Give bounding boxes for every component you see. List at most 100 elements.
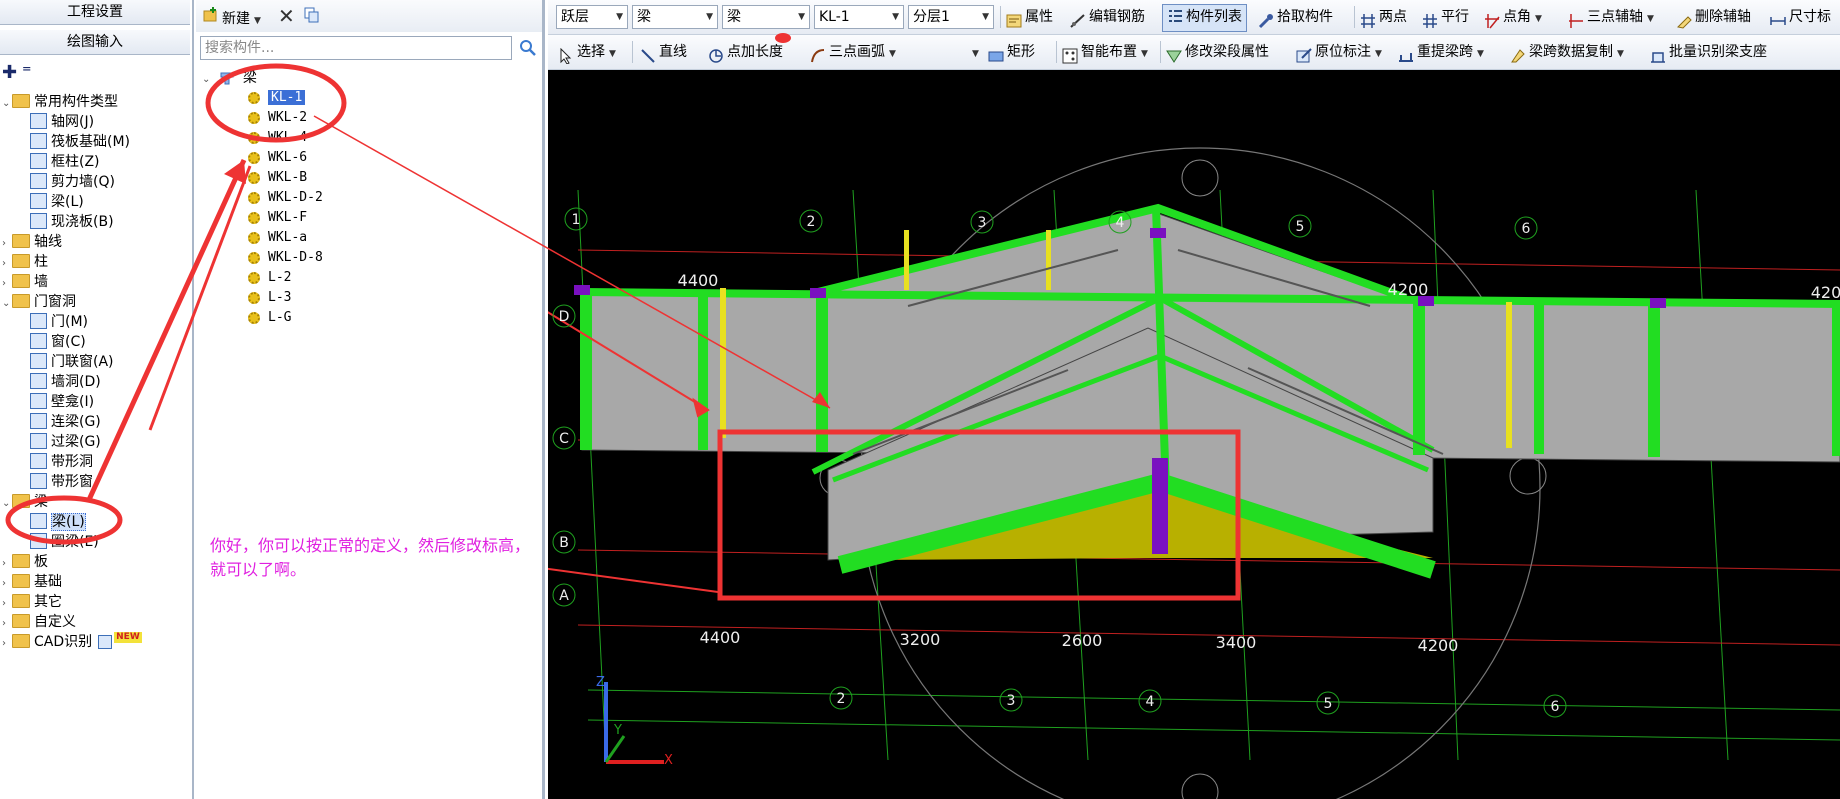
component-item[interactable]: WKL-2 <box>248 108 307 128</box>
chevron-down-icon[interactable]: ⌄ <box>2 294 12 314</box>
chevron-right-icon[interactable]: › <box>2 234 12 254</box>
dimension-button[interactable]: 尺寸标 <box>1770 0 1831 34</box>
chevron-right-icon[interactable]: › <box>2 254 12 274</box>
tree-item[interactable]: 梁(L) <box>30 512 86 532</box>
svg-text:2600: 2600 <box>1062 631 1103 650</box>
delete-aux-button[interactable]: 删除辅轴 <box>1676 0 1751 34</box>
arc-options-dropdown[interactable]: ▼ <box>968 35 979 69</box>
search-icon[interactable] <box>516 36 540 60</box>
drawing-input-button[interactable]: 绘图输入 <box>0 30 190 55</box>
three-point-aux-button[interactable]: 三点辅轴 ▼ <box>1568 0 1654 34</box>
tree-item[interactable]: 壁龛(I) <box>30 392 94 412</box>
two-points-button[interactable]: 两点 <box>1360 0 1407 34</box>
tree-item[interactable]: 带形窗 <box>30 472 93 492</box>
chevron-right-icon[interactable]: › <box>2 614 12 634</box>
drawing-canvas[interactable]: 1 2 3 4 5 6 2 3 4 5 6 D C B A 4400 4200 … <box>548 70 1840 799</box>
new-component-button[interactable]: 新建 ▼ <box>222 8 261 28</box>
tree-folder[interactable]: › 其它 <box>2 592 62 612</box>
tree-folder[interactable]: › CAD识别 NEW <box>2 632 142 652</box>
copy-span-data-button[interactable]: 梁跨数据复制 ▼ <box>1510 35 1624 69</box>
component-root[interactable]: ⌄ 梁 <box>202 68 257 88</box>
component-name: WKL-D-8 <box>268 250 323 265</box>
chevron-down-icon[interactable]: ⌄ <box>2 494 12 514</box>
delete-icon[interactable]: ✕ <box>278 4 295 28</box>
tree-item[interactable]: 圈梁(E) <box>30 532 99 552</box>
chevron-down-icon[interactable]: ⌄ <box>202 70 212 90</box>
smart-layout-button[interactable]: 智能布置 ▼ <box>1062 35 1148 69</box>
select-button[interactable]: 选择 ▼ <box>558 35 616 69</box>
tree-item[interactable]: 带形洞 <box>30 452 93 472</box>
layer-select[interactable]: 分层1 ▼ <box>908 5 994 29</box>
tree-label: 框柱(Z) <box>51 154 100 170</box>
component-item[interactable]: WKL-6 <box>248 148 307 168</box>
tree-item[interactable]: 剪力墙(Q) <box>30 172 115 192</box>
tree-folder[interactable]: › 墙 <box>2 272 48 292</box>
parallel-button[interactable]: 平行 <box>1422 0 1469 34</box>
copy-icon[interactable] <box>304 7 320 23</box>
tree-item[interactable]: 现浇板(B) <box>30 212 114 232</box>
tree-item[interactable]: 轴网(J) <box>30 112 94 132</box>
component-select[interactable]: KL-1 ▼ <box>814 5 904 29</box>
tree-item[interactable]: 墙洞(D) <box>30 372 101 392</box>
tree-item[interactable]: 门联窗(A) <box>30 352 114 372</box>
component-item[interactable]: L-3 <box>248 288 291 308</box>
component-item[interactable]: WKL-B <box>248 168 307 188</box>
folder-icon <box>12 234 30 248</box>
tree-folder[interactable]: › 自定义 <box>2 612 76 632</box>
re-span-button[interactable]: 重提梁跨 ▼ <box>1398 35 1484 69</box>
tree-item[interactable]: 梁(L) <box>30 192 84 212</box>
expand-all-icon[interactable]: ✚ <box>2 62 17 83</box>
type-select[interactable]: 梁 ▼ <box>722 5 810 29</box>
tree-folder[interactable]: ⌄ 梁 <box>2 492 48 512</box>
project-settings-button[interactable]: 工程设置 <box>0 0 190 25</box>
category-select[interactable]: 梁 ▼ <box>632 5 718 29</box>
component-type-icon <box>30 173 47 189</box>
three-point-arc-button[interactable]: 三点画弧 ▼ <box>810 35 896 69</box>
collapse-all-icon[interactable]: ⁼ <box>22 62 32 83</box>
tree-folder[interactable]: › 基础 <box>2 572 62 592</box>
component-item[interactable]: WKL-a <box>248 228 307 248</box>
pick-component-button[interactable]: 拾取构件 <box>1258 0 1333 34</box>
chevron-right-icon[interactable]: › <box>2 594 12 614</box>
svg-text:4: 4 <box>1116 215 1125 231</box>
edit-rebar-button[interactable]: 编辑钢筋 <box>1070 0 1145 34</box>
tree-item[interactable]: 门(M) <box>30 312 88 332</box>
tree-item[interactable]: 筏板基础(M) <box>30 132 130 152</box>
floor-select[interactable]: 跃层 ▼ <box>556 5 628 29</box>
component-item[interactable]: WKL-D-8 <box>248 248 323 268</box>
chevron-right-icon[interactable]: › <box>2 634 12 654</box>
tree-folder[interactable]: ⌄ 门窗洞 <box>2 292 76 312</box>
tree-folder[interactable]: › 轴线 <box>2 232 62 252</box>
folder-icon <box>12 594 30 608</box>
chevron-right-icon[interactable]: › <box>2 274 12 294</box>
chevron-right-icon[interactable]: › <box>2 574 12 594</box>
batch-identify-button[interactable]: 批量识别梁支座 <box>1650 35 1767 69</box>
component-item[interactable]: L-2 <box>248 268 291 288</box>
component-item[interactable]: L-G <box>248 308 291 328</box>
gear-icon <box>248 291 260 304</box>
tree-item[interactable]: 窗(C) <box>30 332 86 352</box>
component-item[interactable]: WKL-4 <box>248 128 307 148</box>
properties-button[interactable]: 属性 <box>1006 0 1053 34</box>
tree-folder[interactable]: › 柱 <box>2 252 48 272</box>
point-length-button[interactable]: 点加长度 <box>708 35 783 69</box>
tree-item[interactable]: 连梁(G) <box>30 412 101 432</box>
rectangle-button[interactable]: 矩形 <box>988 35 1035 69</box>
component-item[interactable]: KL-1 <box>248 88 306 108</box>
tree-folder[interactable]: ⌄ 常用构件类型 <box>2 92 118 112</box>
chevron-down-icon[interactable]: ⌄ <box>2 94 12 114</box>
svg-text:6: 6 <box>1522 221 1531 237</box>
modify-segment-button[interactable]: 修改梁段属性 <box>1166 35 1269 69</box>
component-list-button[interactable]: 构件列表 <box>1162 4 1247 32</box>
origin-mark-button[interactable]: 原位标注 ▼ <box>1296 35 1382 69</box>
search-input[interactable]: 搜索构件... <box>200 36 512 60</box>
line-button[interactable]: 直线 <box>640 35 687 69</box>
component-item[interactable]: WKL-F <box>248 208 307 228</box>
tree-folder[interactable]: › 板 <box>2 552 48 572</box>
arc-icon <box>810 43 826 63</box>
tree-item[interactable]: 过梁(G) <box>30 432 101 452</box>
tree-item[interactable]: 框柱(Z) <box>30 152 100 172</box>
chevron-right-icon[interactable]: › <box>2 554 12 574</box>
component-item[interactable]: WKL-D-2 <box>248 188 323 208</box>
point-angle-button[interactable]: 点角 ▼ <box>1484 0 1542 34</box>
